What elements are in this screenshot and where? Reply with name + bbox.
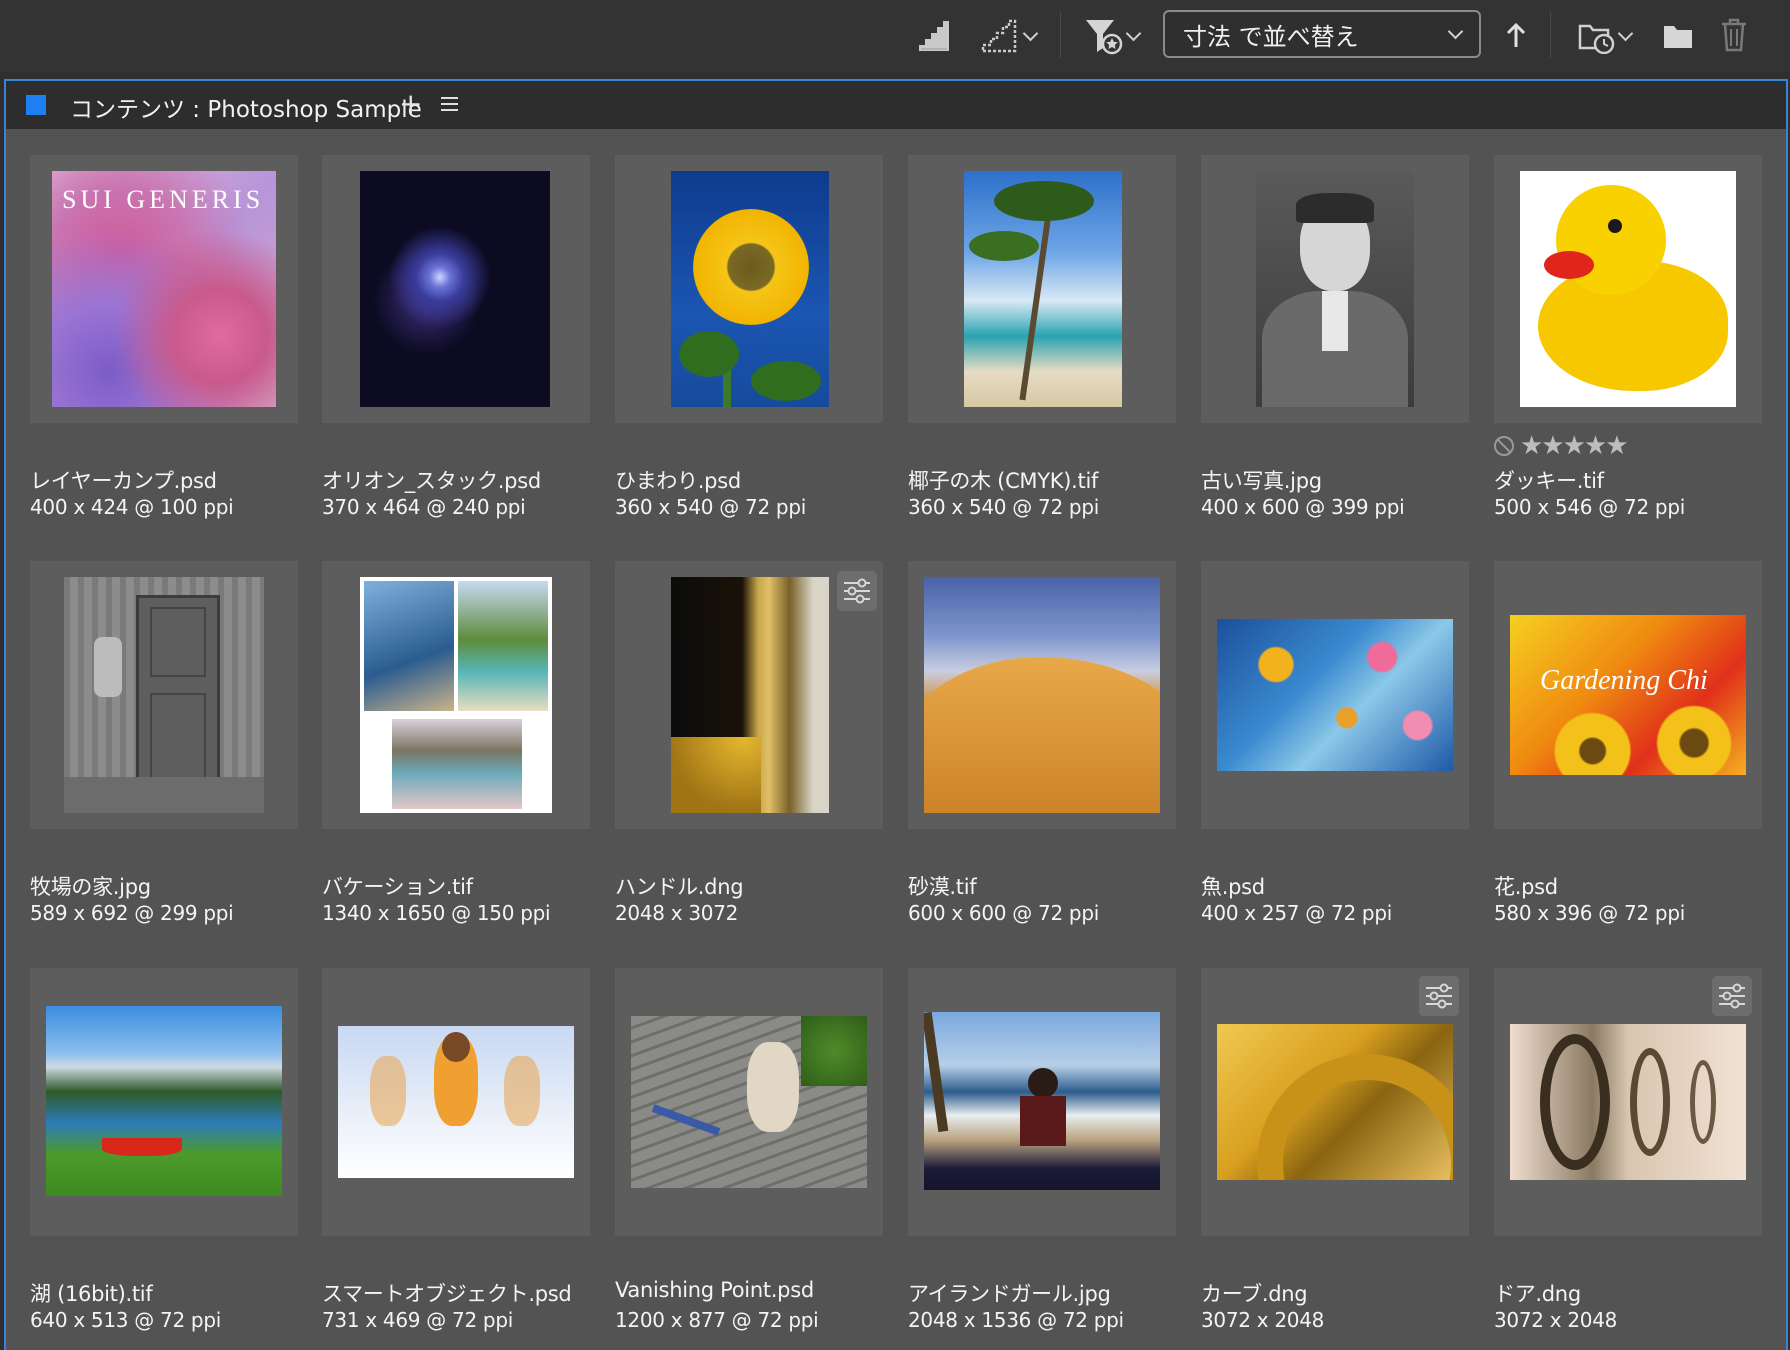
item-dimensions: 3072 x 2048: [1201, 1308, 1325, 1332]
thumbnail-title-text: Gardening Chi: [1540, 665, 1708, 696]
recent-folder-icon[interactable]: [1572, 14, 1636, 58]
item-filename: バケーション.tif: [322, 875, 473, 899]
item-dimensions: 640 x 513 @ 72 ppi: [30, 1308, 221, 1332]
item-dimensions: 360 x 540 @ 72 ppi: [615, 495, 806, 519]
item-dimensions: 500 x 546 @ 72 ppi: [1494, 495, 1685, 519]
thumbnail-image: SUI GENERIS: [52, 171, 276, 407]
thumbnail-frame: [1201, 561, 1469, 829]
trash-icon[interactable]: [1716, 14, 1752, 56]
thumbnail-image: [671, 171, 829, 407]
thumbnail-frame: SUI GENERIS: [30, 155, 298, 423]
item-filename: 椰子の木 (CMYK).tif: [908, 469, 1099, 493]
item-filename: スマートオブジェクト.psd: [322, 1282, 572, 1306]
thumbnail-image: [924, 577, 1160, 813]
item-dimensions: 2048 x 1536 @ 72 ppi: [908, 1308, 1124, 1332]
add-icon[interactable]: +: [399, 87, 422, 120]
item-dimensions: 370 x 464 @ 240 ppi: [322, 495, 526, 519]
sort-dropdown-label: 寸法 で並べ替え: [1183, 22, 1359, 51]
item-filename: 砂漠.tif: [908, 875, 977, 899]
thumbnail-image: [1217, 1024, 1453, 1180]
toolbar: 寸法 で並べ替え: [0, 0, 1790, 72]
thumbnail-frame: [615, 968, 883, 1236]
chevron-down-icon: [1125, 25, 1141, 41]
thumbnail-frame: [908, 155, 1176, 423]
adjustments-badge-icon: [1419, 976, 1459, 1016]
thumbnail-image: [1256, 171, 1414, 407]
item-filename: Vanishing Point.psd: [615, 1278, 814, 1302]
panel-menu-icon[interactable]: [441, 97, 458, 111]
thumbnail-image: [964, 171, 1122, 407]
item-dimensions: 731 x 469 @ 72 ppi: [322, 1308, 513, 1332]
item-filename: ひまわり.psd: [615, 469, 741, 493]
toolbar-divider: [1060, 12, 1061, 58]
item-dimensions: 2048 x 3072: [615, 901, 739, 925]
rating[interactable]: ★★★★★: [1494, 431, 1629, 461]
thumbnail-image: [338, 1026, 574, 1178]
thumbnail-quality-dropdown-icon[interactable]: [975, 16, 1041, 56]
thumbnail-image: [46, 1006, 282, 1196]
filter-icon[interactable]: [1078, 14, 1144, 58]
thumbnail-frame: [30, 968, 298, 1236]
item-filename: 花.psd: [1494, 875, 1558, 899]
sort-dropdown[interactable]: 寸法 で並べ替え: [1163, 10, 1481, 58]
thumbnail-image: [631, 1016, 867, 1188]
sort-direction-arrow-icon[interactable]: [1500, 18, 1532, 54]
item-dimensions: 360 x 540 @ 72 ppi: [908, 495, 1099, 519]
panel-header: コンテンツ : Photoshop Sample +: [6, 81, 1786, 129]
item-dimensions: 3072 x 2048: [1494, 1308, 1618, 1332]
chevron-down-icon: [1447, 23, 1464, 39]
item-dimensions: 1340 x 1650 @ 150 ppi: [322, 901, 551, 925]
item-dimensions: 400 x 424 @ 100 ppi: [30, 495, 234, 519]
chevron-down-icon: [1022, 25, 1038, 41]
content-panel: コンテンツ : Photoshop Sample + SUI GENERIS レ…: [4, 79, 1788, 1350]
item-filename: カーブ.dng: [1201, 1282, 1308, 1306]
item-filename: 魚.psd: [1201, 875, 1265, 899]
thumbnail-frame: [322, 155, 590, 423]
thumbnail-frame: [322, 968, 590, 1236]
thumbnail-frame: [908, 561, 1176, 829]
reject-icon[interactable]: [1494, 436, 1514, 456]
item-filename: ドア.dng: [1494, 1282, 1581, 1306]
thumbnail-frame: Gardening Chi: [1494, 561, 1762, 829]
star-rating[interactable]: ★★★★★: [1520, 431, 1629, 461]
item-filename: 湖 (16bit).tif: [30, 1282, 153, 1306]
adjustments-badge-icon: [1712, 976, 1752, 1016]
adjustments-badge-icon: [837, 571, 877, 611]
item-dimensions: 1200 x 877 @ 72 ppi: [615, 1308, 819, 1332]
thumbnail-image: [924, 1012, 1160, 1190]
new-folder-icon[interactable]: [1658, 16, 1698, 56]
thumbnail-image: [671, 577, 829, 813]
thumbnail-frame: [615, 155, 883, 423]
item-filename: オリオン_スタック.psd: [322, 469, 541, 493]
panel-title: コンテンツ : Photoshop Sample: [70, 97, 422, 123]
thumbnail-frame: [908, 968, 1176, 1236]
thumbnail-frame: [1494, 155, 1762, 423]
thumbnail-image: [360, 171, 550, 407]
thumbnail-quality-icon[interactable]: [914, 16, 954, 56]
thumbnail-frame: [30, 561, 298, 829]
item-dimensions: 400 x 257 @ 72 ppi: [1201, 901, 1392, 925]
thumbnail-title-text: SUI GENERIS: [62, 185, 265, 214]
thumbnail-image: [1520, 171, 1736, 407]
item-filename: ハンドル.dng: [615, 875, 744, 899]
item-filename: 古い写真.jpg: [1201, 469, 1322, 493]
item-dimensions: 589 x 692 @ 299 ppi: [30, 901, 234, 925]
item-filename: ダッキー.tif: [1494, 469, 1604, 493]
item-dimensions: 400 x 600 @ 399 ppi: [1201, 495, 1405, 519]
item-dimensions: 600 x 600 @ 72 ppi: [908, 901, 1099, 925]
item-filename: 牧場の家.jpg: [30, 875, 151, 899]
item-filename: レイヤーカンプ.psd: [30, 469, 217, 493]
thumbnail-frame: [322, 561, 590, 829]
toolbar-divider: [1550, 12, 1551, 58]
thumbnail-frame: [1201, 155, 1469, 423]
thumbnail-image: [360, 577, 552, 813]
thumbnail-image: [1510, 1024, 1746, 1180]
item-dimensions: 580 x 396 @ 72 ppi: [1494, 901, 1685, 925]
thumbnail-image: [1217, 619, 1453, 771]
panel-color-swatch: [26, 95, 46, 115]
thumbnail-image: Gardening Chi: [1510, 615, 1746, 775]
item-filename: アイランドガール.jpg: [908, 1282, 1111, 1306]
chevron-down-icon: [1617, 25, 1633, 41]
thumbnail-image: [64, 577, 264, 813]
